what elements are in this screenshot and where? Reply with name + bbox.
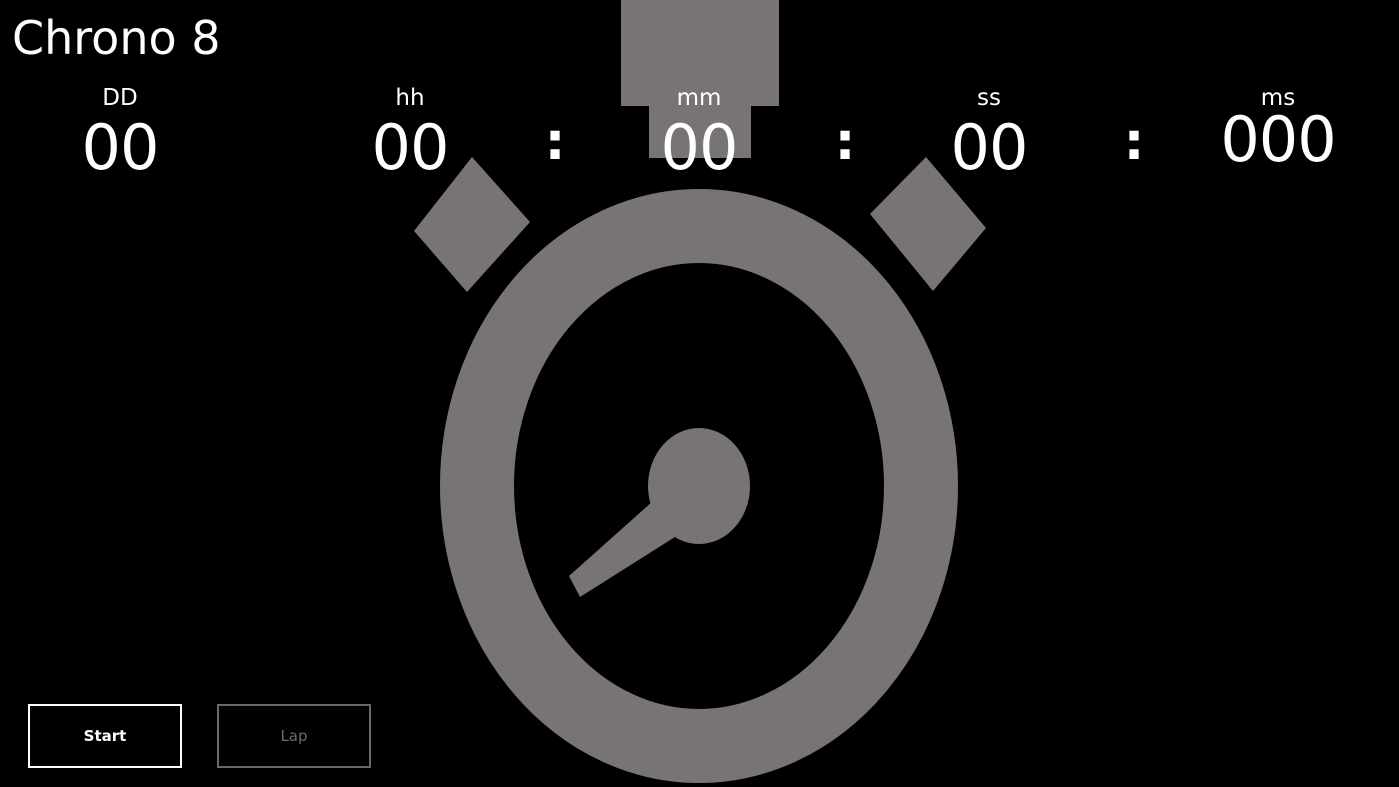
minutes-label: mm — [676, 85, 722, 111]
hours-display: hh 00 — [310, 84, 510, 184]
lap-button[interactable]: Lap — [217, 704, 371, 768]
app-title: Chrono 8 — [12, 11, 221, 65]
app-window: Chrono 8 DD 00 hh 00 : mm 00 : ss 00 : m… — [0, 0, 1399, 787]
days-display: DD 00 — [20, 84, 220, 184]
seconds-value: 00 — [950, 111, 1029, 184]
milliseconds-display: ms 000 — [1178, 84, 1378, 176]
milliseconds-value: 000 — [1220, 103, 1336, 176]
seconds-label: ss — [977, 85, 1001, 111]
days-value: 00 — [81, 111, 160, 184]
minutes-display: mm 00 — [599, 84, 799, 184]
minutes-value: 00 — [660, 111, 739, 184]
seconds-display: ss 00 — [889, 84, 1089, 184]
hours-label: hh — [395, 85, 425, 111]
hours-value: 00 — [371, 111, 450, 184]
time-separator: : — [544, 112, 566, 172]
days-label: DD — [102, 85, 138, 111]
time-separator: : — [1123, 112, 1145, 172]
time-separator: : — [834, 112, 856, 172]
start-button[interactable]: Start — [28, 704, 182, 768]
